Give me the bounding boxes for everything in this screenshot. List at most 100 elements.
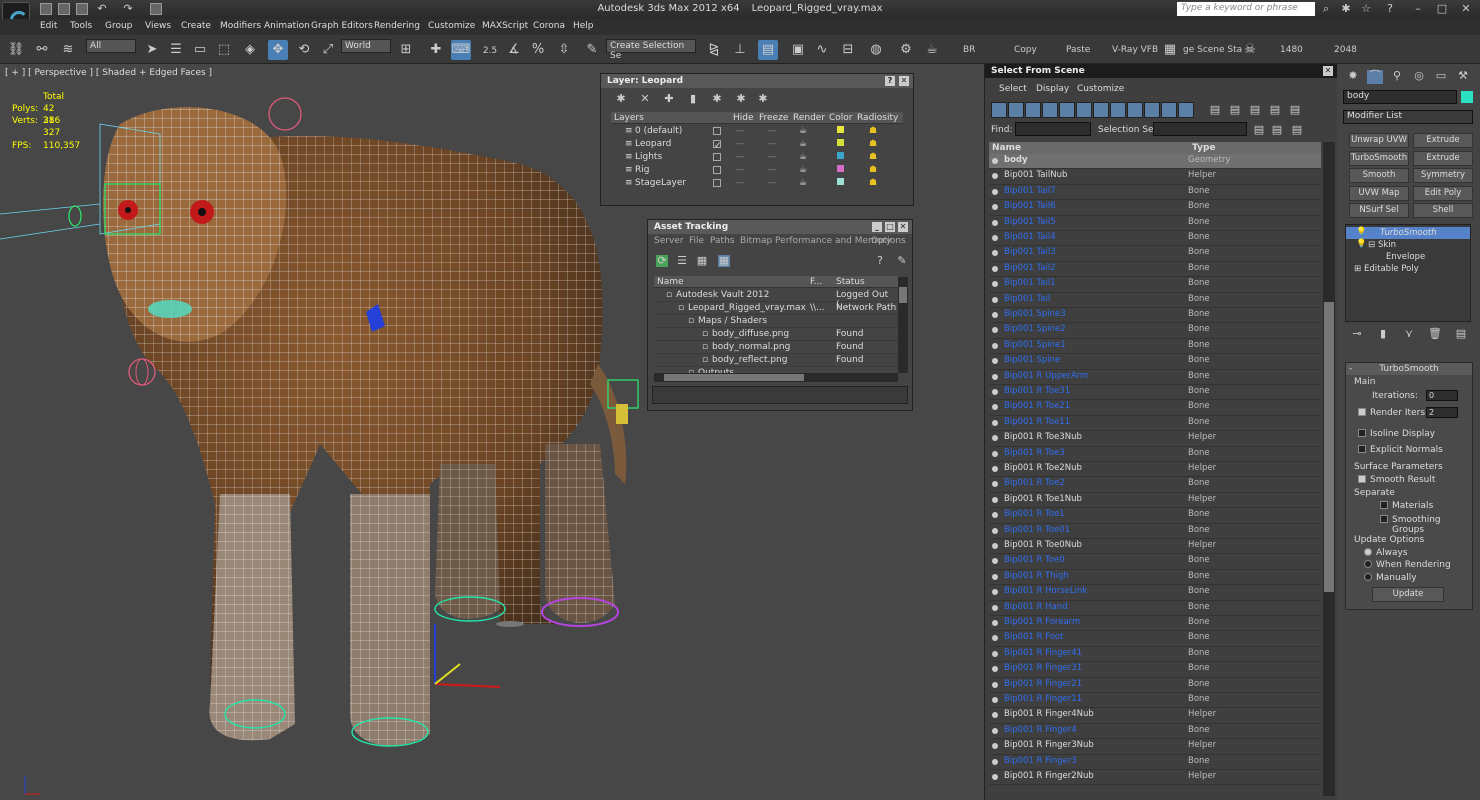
menu-group[interactable]: Group xyxy=(105,21,132,31)
object-name[interactable]: Bip001 R Toe0 xyxy=(1004,555,1065,565)
layer-current-checkbox[interactable] xyxy=(713,127,721,135)
skull-icon[interactable]: ☠ xyxy=(1240,40,1260,60)
radiosity-icon[interactable]: ☗ xyxy=(869,152,877,162)
modifier-button-extrude[interactable]: Extrude xyxy=(1413,133,1473,148)
display-xrefs-icon[interactable] xyxy=(1110,102,1126,118)
asset-name[interactable]: body_diffuse.png xyxy=(712,329,789,339)
asset-row[interactable]: ▫ Leopard_Rigged_vray.max \\... Network … xyxy=(654,302,898,315)
layer-help-button[interactable]: ? xyxy=(885,76,895,86)
scene-list-item[interactable]: Bip001 R Toe1 Bone xyxy=(989,508,1321,524)
scene-list-item[interactable]: Bip001 R Finger2Nub Helper xyxy=(989,770,1321,786)
radiosity-icon[interactable]: ☗ xyxy=(869,178,877,188)
keyboard-shortcut-icon[interactable]: ⌨ xyxy=(451,40,471,60)
object-name[interactable]: body xyxy=(1004,155,1028,165)
display-frozen-icon[interactable] xyxy=(1161,102,1177,118)
layer-current-checkbox[interactable] xyxy=(713,166,721,174)
object-name[interactable]: Bip001 R HorseLink xyxy=(1004,586,1087,596)
expand-icon[interactable]: ⊟ xyxy=(1368,240,1375,250)
asset-menu-file[interactable]: File xyxy=(689,236,704,246)
turbosmooth-rollout-header[interactable]: - TurboSmooth xyxy=(1346,363,1472,375)
object-name[interactable]: Bip001 R UpperArm xyxy=(1004,371,1088,381)
toolbar-copy[interactable]: Copy xyxy=(1014,45,1037,55)
hide-toggle[interactable]: — xyxy=(735,126,744,136)
object-name[interactable]: Bip001 R Toe01 xyxy=(1004,525,1070,535)
asset-menu-bitmap[interactable]: Bitmap Performance and Memory xyxy=(740,236,891,246)
scene-list-item[interactable]: Bip001 Tail Bone xyxy=(989,293,1321,308)
object-name[interactable]: Bip001 Tail7 xyxy=(1004,186,1056,196)
toolbar-height[interactable]: 2048 xyxy=(1334,45,1357,55)
object-name[interactable]: Bip001 R Forearm xyxy=(1004,617,1080,627)
object-name[interactable]: Bip001 Tail1 xyxy=(1004,278,1056,288)
scene-list-item[interactable]: Bip001 R Finger31 Bone xyxy=(989,662,1321,678)
object-color-swatch[interactable] xyxy=(1461,91,1473,103)
smoothing-groups-checkbox[interactable] xyxy=(1380,515,1388,523)
layer-row[interactable]: ≡ 0 (default) — — ☕ ☗ xyxy=(611,125,903,138)
render-iters-checkbox[interactable] xyxy=(1358,408,1366,416)
asset-help-icon[interactable]: ? xyxy=(874,255,886,267)
sfs-menu-display[interactable]: Display xyxy=(1036,84,1069,94)
render-teapot-icon[interactable]: ☕ xyxy=(799,178,807,188)
toolbar-scene-states[interactable]: ge Scene Sta xyxy=(1183,45,1242,55)
render-iters-spinner[interactable]: 2 xyxy=(1426,407,1458,418)
asset-path-field[interactable] xyxy=(652,386,908,404)
scene-list-item[interactable]: Bip001 R Finger3Nub Helper xyxy=(989,739,1321,755)
render-setup-icon[interactable]: ⚙ xyxy=(896,40,916,60)
display-hidden-icon[interactable] xyxy=(1178,102,1194,118)
angle-snap-icon[interactable]: ∡ xyxy=(504,40,524,60)
select-none-icon[interactable]: ▤ xyxy=(1229,104,1241,116)
grid-view-icon[interactable]: ▦ xyxy=(718,255,730,267)
asset-row[interactable]: ▫ Autodesk Vault 2012 Logged Out (... xyxy=(654,289,898,310)
display-bones-icon[interactable] xyxy=(1127,102,1143,118)
hide-toggle[interactable]: — xyxy=(735,152,744,162)
display-groups-icon[interactable] xyxy=(1093,102,1109,118)
select-object-icon[interactable]: ➤ xyxy=(142,40,162,60)
layer-row[interactable]: ≡ StageLayer — — ☕ ☗ xyxy=(611,177,903,190)
scene-list-item[interactable]: Bip001 R UpperArm Bone xyxy=(989,370,1321,385)
highlight-layer-icon[interactable]: ✱ xyxy=(711,93,723,105)
object-name[interactable]: Bip001 Tail2 xyxy=(1004,263,1056,273)
minimize-icon[interactable]: – xyxy=(1412,3,1424,15)
menu-views[interactable]: Views xyxy=(145,21,171,31)
motion-tab-icon[interactable]: ◎ xyxy=(1411,70,1427,84)
hide-col-header[interactable]: Hide xyxy=(733,113,754,123)
when-rendering-radio[interactable] xyxy=(1364,560,1372,568)
modifier-button-nsurf-sel[interactable]: NSurf Sel xyxy=(1349,203,1409,218)
render-teapot-icon[interactable]: ☕ xyxy=(799,165,807,175)
sfs-hierarchy-icon[interactable]: ▤ xyxy=(1271,124,1283,136)
material-editor-icon[interactable]: ◍ xyxy=(866,40,886,60)
asset-name[interactable]: body_reflect.png xyxy=(712,355,787,365)
asset-name[interactable]: Maps / Shaders xyxy=(698,316,767,326)
menu-help[interactable]: Help xyxy=(573,21,594,31)
radiosity-icon[interactable]: ☗ xyxy=(869,139,877,149)
select-all-icon[interactable]: ▤ xyxy=(1209,104,1221,116)
layer-color-swatch[interactable] xyxy=(837,139,844,146)
select-move-icon[interactable]: ◈ xyxy=(240,40,260,60)
display-containers-icon[interactable] xyxy=(1144,102,1160,118)
object-name[interactable]: Bip001 R Toe0Nub xyxy=(1004,540,1082,550)
object-name[interactable]: Bip001 R Toe1 xyxy=(1004,509,1065,519)
display-lights-icon[interactable] xyxy=(1025,102,1041,118)
object-name[interactable]: Bip001 Tail3 xyxy=(1004,247,1056,257)
menu-maxscript[interactable]: MAXScript xyxy=(482,21,528,31)
menu-tools[interactable]: Tools xyxy=(70,21,92,31)
scene-list-item[interactable]: Bip001 R Finger11 Bone xyxy=(989,693,1321,709)
select-by-name-icon[interactable]: ☰ xyxy=(166,40,186,60)
close-icon[interactable]: ✕ xyxy=(1460,3,1472,15)
curve-editor-icon[interactable]: ∿ xyxy=(812,40,832,60)
layer-color-swatch[interactable] xyxy=(837,126,844,133)
invert-selection-icon[interactable]: ▤ xyxy=(1249,104,1261,116)
scene-list-item[interactable]: Bip001 R Thigh Bone xyxy=(989,570,1321,586)
menu-modifiers[interactable]: Modifiers xyxy=(220,21,261,31)
object-name[interactable]: Bip001 R Finger3 xyxy=(1004,756,1077,766)
object-name[interactable]: Bip001 R Toe11 xyxy=(1004,417,1070,427)
display-spacewarps-icon[interactable] xyxy=(1076,102,1092,118)
selection-filter-dropdown[interactable]: All xyxy=(86,39,136,53)
freeze-toggle[interactable]: — xyxy=(767,152,776,162)
render-teapot-icon[interactable]: ☕ xyxy=(799,139,807,149)
layer-current-checkbox[interactable] xyxy=(713,179,721,187)
select-rotate-icon[interactable]: ⟲ xyxy=(294,40,314,60)
layer-row[interactable]: ≡ Lights — — ☕ ☗ xyxy=(611,151,903,164)
object-name[interactable]: Bip001 R Finger4Nub xyxy=(1004,709,1094,719)
layer-row[interactable]: ≡ Rig — — ☕ ☗ xyxy=(611,164,903,177)
list-view-icon[interactable]: ☰ xyxy=(676,255,688,267)
